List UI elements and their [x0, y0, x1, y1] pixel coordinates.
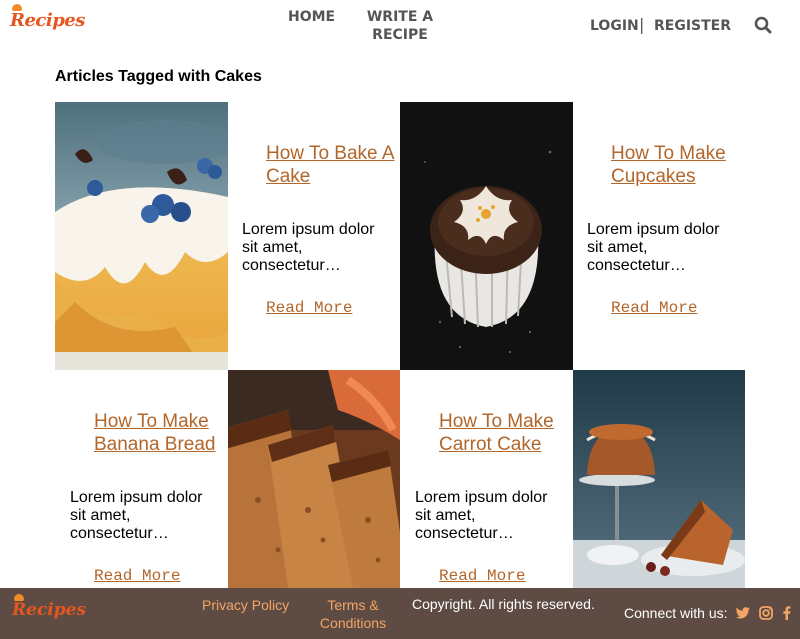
nav-login[interactable]: LOGIN — [590, 17, 639, 35]
article-image-bake-a-cake[interactable] — [55, 102, 228, 370]
article-card-cupcakes: How To Make Cupcakes Lorem ipsum dolor s… — [573, 102, 746, 370]
site-footer: Recipes Privacy Policy Terms & Condition… — [0, 588, 800, 639]
article-image-banana-bread[interactable] — [228, 370, 401, 588]
terms-link[interactable]: Terms & Conditions — [318, 596, 388, 632]
article-image-cupcakes[interactable] — [400, 102, 573, 370]
read-more-link[interactable]: Read More — [611, 299, 697, 317]
search-icon[interactable] — [754, 16, 772, 34]
article-excerpt: Lorem ipsum dolor sit amet, consectetur… — [242, 221, 375, 274]
copyright-text: Copyright. All rights reserved. — [412, 596, 595, 612]
article-image-carrot-cake[interactable] — [573, 370, 745, 588]
article-excerpt: Lorem ipsum dolor sit amet, consectetur… — [415, 489, 548, 542]
privacy-policy-link[interactable]: Privacy Policy — [202, 596, 289, 614]
logo[interactable]: Recipes — [10, 4, 85, 31]
read-more-link[interactable]: Read More — [266, 299, 352, 317]
banana-bread-photo — [228, 370, 401, 588]
nav-register[interactable]: REGISTER — [654, 17, 731, 35]
article-title-link[interactable]: How To Bake A Cake — [266, 142, 401, 188]
site-header: Recipes HOME WRITE A RECIPE LOGIN | REGI… — [0, 0, 800, 60]
nav-separator: | — [639, 15, 645, 34]
connect-label: Connect with us: — [624, 605, 728, 621]
article-title-link[interactable]: How To Make Banana Bread — [94, 410, 224, 456]
article-card-bake-a-cake: How To Bake A Cake Lorem ipsum dolor sit… — [228, 102, 401, 370]
nav-write-recipe[interactable]: WRITE A RECIPE — [366, 8, 434, 44]
cupcake-photo — [400, 102, 573, 370]
twitter-icon[interactable] — [735, 605, 751, 621]
article-excerpt: Lorem ipsum dolor sit amet, consectetur… — [70, 489, 203, 542]
cake-blueberries-photo — [55, 102, 228, 370]
facebook-icon[interactable] — [779, 605, 795, 621]
footer-logo[interactable]: Recipes — [12, 594, 86, 620]
read-more-link[interactable]: Read More — [439, 567, 525, 585]
article-title-link[interactable]: How To Make Cupcakes — [611, 142, 741, 188]
article-excerpt: Lorem ipsum dolor sit amet, consectetur… — [587, 221, 720, 274]
instagram-icon[interactable] — [758, 605, 774, 621]
article-title-link[interactable]: How To Make Carrot Cake — [439, 410, 569, 456]
read-more-link[interactable]: Read More — [94, 567, 180, 585]
page-title: Articles Tagged with Cakes — [55, 68, 262, 85]
carrot-cake-photo — [573, 370, 745, 588]
nav-home[interactable]: HOME — [288, 8, 335, 26]
